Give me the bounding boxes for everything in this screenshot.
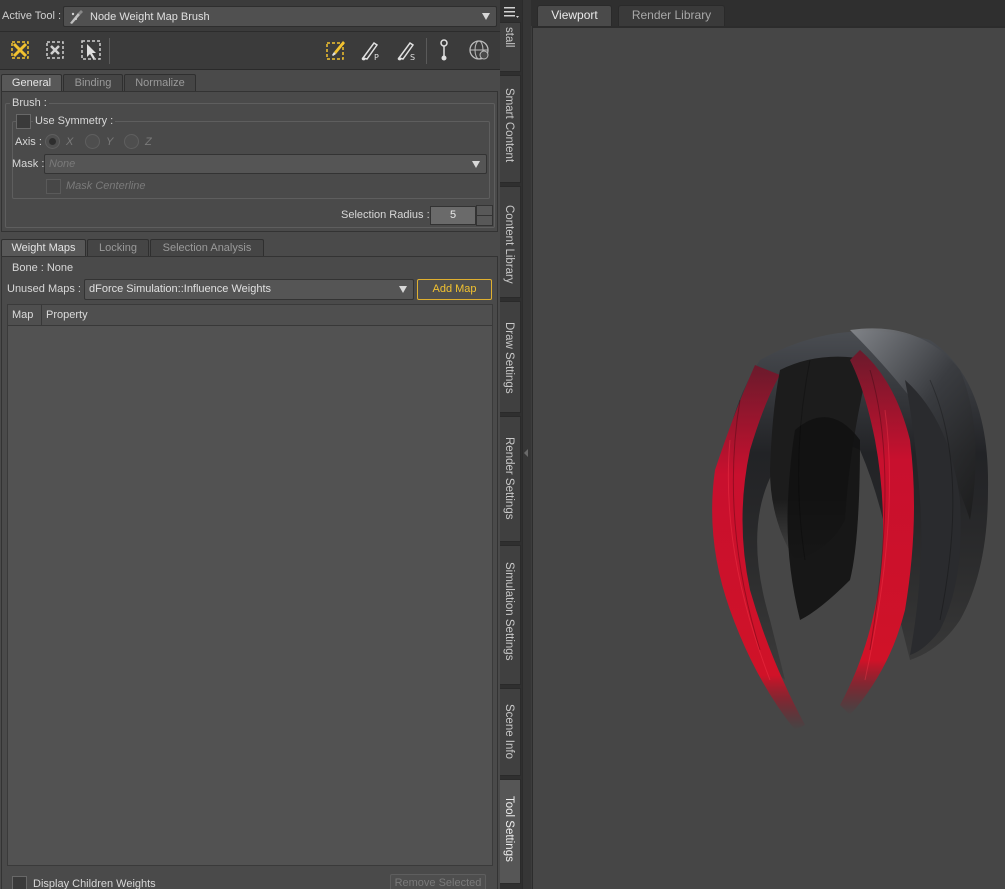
side-tab-label: Simulation Settings: [503, 562, 515, 661]
side-tab-simulation-settings[interactable]: Simulation Settings: [500, 545, 521, 685]
side-tab-label: Tool Settings: [503, 796, 515, 862]
use-symmetry-checkbox[interactable]: [16, 114, 31, 129]
menu-icon[interactable]: [503, 4, 519, 20]
chevron-down-icon: [399, 286, 407, 293]
brush-select-icon[interactable]: [324, 38, 348, 62]
active-tool-bar: Active Tool : Node Weight Map Brush: [0, 0, 500, 32]
viewport-tab-bar: Viewport Render Library: [531, 0, 1005, 26]
active-tool-dropdown[interactable]: Node Weight Map Brush: [63, 6, 497, 27]
mask-value: None: [49, 158, 76, 170]
side-tab-content-library[interactable]: Content Library: [500, 186, 521, 298]
active-tool-value: Node Weight Map Brush: [90, 11, 210, 23]
side-tab-draw-settings[interactable]: Draw Settings: [500, 301, 521, 413]
brush-group-label: Brush :: [10, 97, 49, 109]
side-tab-label: Content Library: [503, 205, 515, 284]
side-tab-label: Smart Content: [503, 88, 515, 163]
axis-y-radio[interactable]: [85, 134, 100, 149]
map-tabs: Weight Maps Locking Selection Analysis: [0, 237, 500, 258]
hair-model-render[interactable]: [700, 320, 1000, 740]
side-tab-tool-settings[interactable]: Tool Settings: [500, 779, 521, 884]
mask-dropdown[interactable]: None: [44, 154, 487, 174]
mask-label: Mask :: [12, 158, 45, 170]
side-tab-scene-info[interactable]: Scene Info: [500, 688, 521, 776]
active-tool-label: Active Tool :: [2, 10, 62, 22]
axis-y-label: Y: [106, 136, 114, 148]
axis-z-radio[interactable]: [124, 134, 139, 149]
tab-render-library[interactable]: Render Library: [618, 5, 725, 26]
smooth-brush-icon[interactable]: S: [395, 38, 419, 62]
use-symmetry-label: Use Symmetry :: [33, 115, 116, 127]
axis-x-radio[interactable]: [45, 134, 60, 149]
tab-viewport[interactable]: Viewport: [537, 5, 612, 26]
axis-label: Axis :: [15, 136, 42, 148]
tool-settings-pane: Active Tool : Node Weight Map Brush P S …: [0, 0, 500, 889]
column-header-map[interactable]: Map: [8, 305, 42, 326]
chevron-down-icon: [482, 13, 490, 20]
svg-text:S: S: [410, 53, 415, 62]
gradient-tool-icon[interactable]: [432, 38, 456, 62]
side-tab-install[interactable]: stall: [500, 22, 521, 72]
side-tab-render-settings[interactable]: Render Settings: [500, 416, 521, 542]
unused-maps-dropdown[interactable]: dForce Simulation::Influence Weights: [84, 279, 414, 300]
chevron-left-icon[interactable]: [524, 449, 528, 457]
unused-maps-value: dForce Simulation::Influence Weights: [89, 283, 271, 295]
brush-tool-icon: [70, 10, 83, 24]
weight-maps-table: Map Property: [7, 304, 493, 866]
select-nodes-icon[interactable]: [8, 38, 32, 62]
chevron-down-icon: [472, 161, 480, 168]
side-tab-label: Scene Info: [503, 704, 515, 759]
toolbar-separator: [426, 38, 427, 64]
selection-radius-spinner[interactable]: [476, 205, 493, 226]
column-header-property[interactable]: Property: [42, 305, 492, 326]
bone-label: Bone : None: [12, 262, 74, 274]
side-tab-label: Draw Settings: [503, 322, 515, 394]
paint-brush-icon[interactable]: P: [359, 38, 383, 62]
selection-radius-input[interactable]: 5: [430, 206, 476, 225]
tool-tabs: General Binding Normalize: [0, 72, 500, 93]
tool-icons-toolbar: P S: [0, 32, 500, 70]
mask-centerline-label: Mask Centerline: [66, 180, 146, 192]
unused-maps-label: Unused Maps :: [7, 283, 81, 295]
side-tab-label: stall: [503, 27, 515, 48]
display-children-label: Display Children Weights: [33, 878, 156, 889]
axis-z-label: Z: [145, 136, 152, 148]
selection-radius-label: Selection Radius :: [341, 209, 430, 221]
side-tab-smart-content[interactable]: Smart Content: [500, 75, 521, 183]
table-header: Map Property: [8, 305, 492, 326]
display-children-checkbox[interactable]: [12, 876, 27, 889]
select-pointer-icon[interactable]: [79, 38, 103, 62]
toolbar-separator: [109, 38, 110, 64]
add-map-button[interactable]: Add Map: [417, 279, 492, 300]
side-tab-label: Render Settings: [503, 437, 515, 520]
geometry-sphere-icon[interactable]: [467, 38, 491, 62]
select-region-icon[interactable]: [43, 38, 67, 62]
svg-text:P: P: [374, 53, 379, 62]
mask-centerline-checkbox[interactable]: [46, 179, 61, 194]
axis-x-label: X: [66, 136, 74, 148]
remove-selected-button[interactable]: Remove Selected: [390, 874, 486, 889]
pane-splitter[interactable]: [522, 0, 531, 889]
